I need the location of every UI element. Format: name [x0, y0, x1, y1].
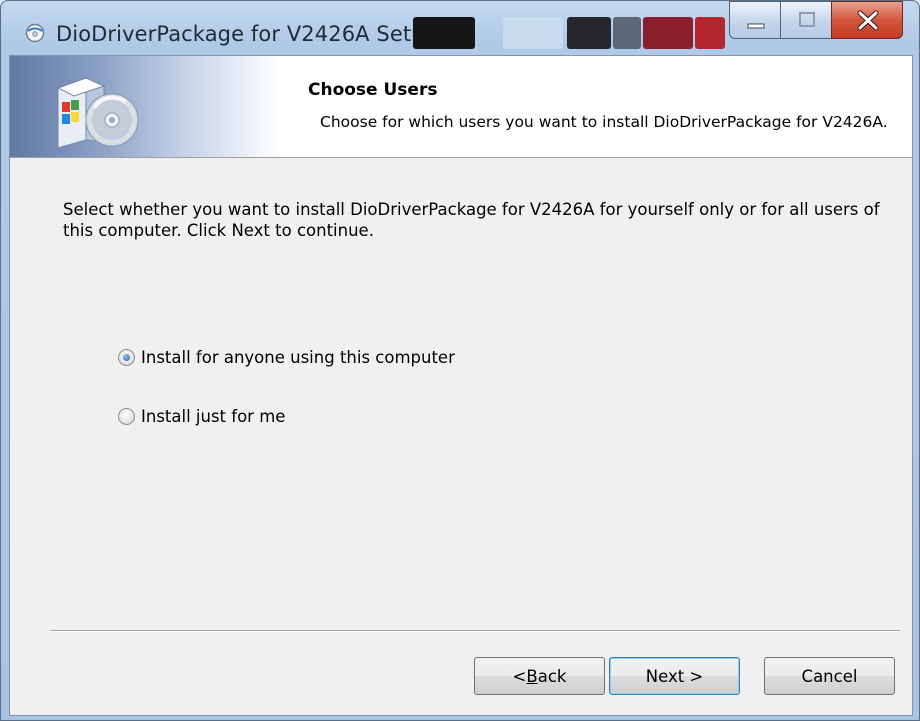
cancel-button-label: Cancel	[801, 666, 858, 686]
window-title: DioDriverPackage for V2426A Setup	[56, 22, 439, 46]
maximize-icon	[799, 12, 815, 27]
close-icon	[857, 10, 879, 31]
background-blur	[503, 17, 563, 49]
setup-app-icon	[25, 23, 45, 43]
radio-just-me[interactable]	[118, 407, 135, 425]
header-banner	[10, 56, 280, 157]
dialog-body: Choose Users Choose for which users you …	[9, 55, 913, 716]
background-blur	[567, 17, 611, 49]
background-blur	[695, 17, 725, 49]
option-all-users-label[interactable]: Install for anyone using this computer	[141, 348, 455, 367]
instruction-text: Select whether you want to install DioDr…	[63, 200, 880, 240]
minimize-icon	[747, 23, 765, 29]
page-subtitle: Choose for which users you want to insta…	[320, 113, 888, 131]
minimize-button[interactable]	[729, 1, 781, 39]
page-title: Choose Users	[308, 80, 438, 100]
maximize-button[interactable]	[780, 1, 832, 39]
next-button[interactable]: Next >	[609, 657, 740, 695]
close-button[interactable]	[831, 1, 903, 39]
back-button-rest: ack	[537, 666, 567, 686]
radio-all-users[interactable]	[118, 348, 135, 366]
option-just-me-label[interactable]: Install just for me	[141, 407, 285, 426]
next-button-label: Next >	[645, 666, 704, 686]
background-blur	[413, 17, 475, 49]
option-all-users[interactable]: Install for anyone using this computer	[118, 345, 455, 369]
background-blur	[643, 17, 693, 49]
wizard-header: Choose Users Choose for which users you …	[10, 56, 912, 158]
back-button[interactable]: < Back	[474, 657, 605, 695]
footer-divider	[50, 630, 900, 632]
option-just-me[interactable]: Install just for me	[118, 404, 285, 428]
title-bar[interactable]: DioDriverPackage for V2426A Setup	[1, 1, 919, 55]
installer-window: DioDriverPackage for V2426A Setup Choose…	[0, 0, 920, 721]
background-blur	[613, 17, 641, 49]
cancel-button[interactable]: Cancel	[764, 657, 895, 695]
installer-cd-icon	[56, 77, 139, 149]
back-button-prefix: <	[512, 666, 527, 686]
back-button-accelerator: B	[526, 666, 538, 686]
